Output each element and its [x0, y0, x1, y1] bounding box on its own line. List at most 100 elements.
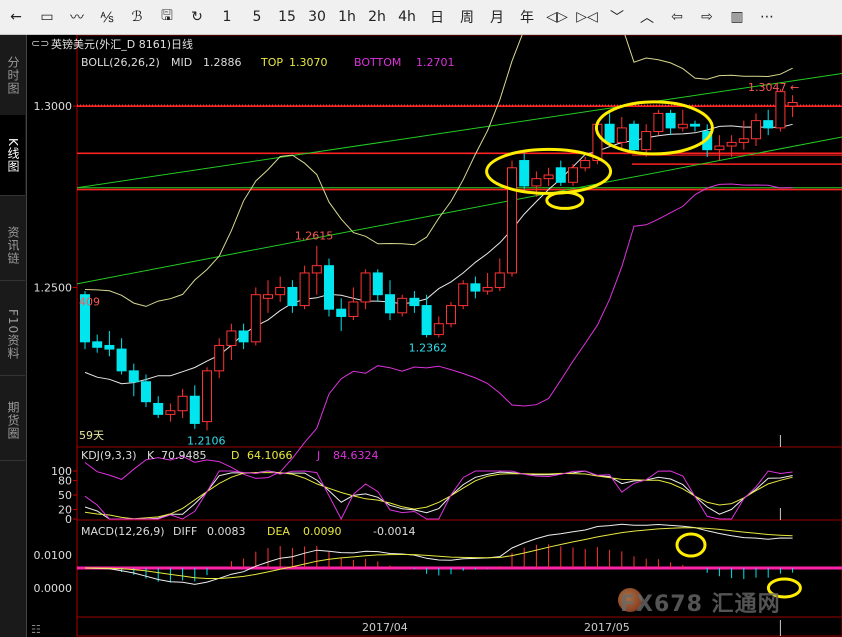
left-icon[interactable]: ⇦ [664, 4, 690, 30]
low-annotation: 1.2362 [409, 341, 448, 354]
sidebar-tab-0[interactable]: 分时图 [0, 35, 25, 116]
back-icon[interactable]: ← [2, 4, 30, 30]
candle-body [738, 138, 749, 143]
candle-body [348, 301, 359, 317]
draw-icon[interactable]: ℬ [124, 4, 150, 30]
candle [287, 280, 298, 313]
candle-body [263, 294, 273, 299]
y-tick-label: 1.3000 [34, 100, 73, 113]
candle-body [494, 272, 505, 288]
down-icon[interactable]: ﹀ [604, 4, 630, 30]
candle [775, 89, 786, 132]
period-month[interactable]: 月 [484, 4, 510, 30]
boll-mid-value: 1.2886 [203, 56, 242, 69]
days-label: 59天 [79, 429, 104, 442]
period-5m[interactable]: 5 [244, 4, 270, 30]
candle [458, 280, 469, 310]
candle [519, 153, 530, 190]
candle-body [299, 272, 310, 307]
balance-icon[interactable]: ⅍ [94, 4, 120, 30]
right-icon[interactable]: ⇨ [694, 4, 720, 30]
candle-body [690, 123, 700, 127]
sidebar-tab-2[interactable]: 资讯链 [0, 210, 25, 281]
candle [202, 367, 212, 431]
boll-top-value: 1.3070 [289, 56, 328, 69]
candle [336, 298, 347, 331]
sidebar-tab-3[interactable]: F10资料 [0, 295, 25, 376]
kdj-tick-label: 80 [58, 475, 72, 488]
sidebar-tab-4[interactable]: 期货圈 [0, 380, 25, 461]
period-1h[interactable]: 1h [334, 4, 360, 30]
kdj-tick-label: 50 [58, 489, 72, 502]
candle [348, 287, 359, 321]
candle [446, 301, 456, 328]
candle-body [677, 123, 688, 129]
candle-body [128, 370, 139, 383]
period-4h[interactable]: 4h [394, 4, 420, 30]
candle [787, 95, 798, 118]
watermark: FX678 汇通网 [620, 592, 781, 617]
candle [104, 330, 115, 357]
candle [507, 160, 517, 277]
candle [214, 338, 225, 379]
trend-icon[interactable]: 〰 [64, 4, 90, 30]
period-day[interactable]: 日 [424, 4, 450, 30]
candle [360, 269, 371, 310]
period-year[interactable]: 年 [514, 4, 540, 30]
x-tick-label: 2017/04 [362, 621, 408, 634]
macd-dea-value: 0.0090 [303, 525, 342, 538]
candle-body [226, 330, 237, 346]
macd-tick-label: 0.0100 [34, 549, 73, 562]
candle-body [287, 286, 298, 307]
period-week[interactable]: 周 [454, 4, 480, 30]
series-icon: ⊂⊃ [31, 37, 49, 50]
shrink-icon[interactable]: ▷◁ [574, 4, 600, 30]
candle-body [116, 348, 127, 372]
candle-body [555, 167, 566, 183]
last-high-label: 1.3047 ← [748, 81, 799, 94]
candle-body [397, 297, 408, 314]
candle-body [214, 344, 225, 372]
candle [409, 291, 420, 313]
macd-tick-label: 0.0000 [34, 582, 73, 595]
candle-body [775, 91, 786, 129]
expand-icon[interactable]: ◁▷ [544, 4, 570, 30]
candle [238, 323, 249, 350]
grid-icon: ☷ [31, 623, 41, 636]
period-15m[interactable]: 15 [274, 4, 300, 30]
candle [421, 294, 432, 338]
highlight-ellipse-macd [675, 532, 707, 558]
more-icon[interactable]: ⋯ [754, 4, 780, 30]
macd-dea-label: DEA [267, 525, 290, 538]
candle [555, 160, 566, 186]
boll-name: BOLL(26,26,2) [81, 56, 160, 69]
chart-area[interactable]: ⊂⊃ 英镑美元(外汇_D 8161)日线 BOLL(26,26,2) MID 1.288… [27, 35, 842, 637]
save-icon[interactable]: 🖫 [154, 4, 180, 30]
macd-name: MACD(12,26,9) [81, 525, 165, 538]
macd-diff-value: 0.0083 [207, 525, 246, 538]
period-30m[interactable]: 30 [304, 4, 330, 30]
candle-body [421, 305, 432, 336]
up-icon[interactable]: ︿ [634, 4, 660, 30]
sidebar: 分时图 K线图资讯链 F10资料期货圈 [0, 35, 27, 637]
sidebar-tab-1[interactable]: K线图 [0, 115, 25, 196]
boll-mid-label: MID [171, 56, 192, 69]
candle-body [580, 160, 591, 169]
display-icon[interactable]: ▭ [34, 4, 60, 30]
period-2h[interactable]: 2h [364, 4, 390, 30]
candle-body [616, 127, 627, 143]
macd-value: -0.0014 [373, 525, 415, 538]
candle [397, 294, 408, 317]
candle-body [275, 286, 286, 296]
candle [616, 117, 627, 150]
candle-body [665, 112, 676, 129]
candle [690, 120, 700, 132]
candle [263, 280, 273, 313]
panel-icon[interactable]: ▥ [724, 4, 750, 30]
candle-body [446, 305, 456, 325]
candle-body [458, 283, 469, 307]
x-tick-label: 2017/05 [584, 621, 630, 634]
candle-body [141, 381, 151, 403]
period-1m[interactable]: 1 [214, 4, 240, 30]
refresh-icon[interactable]: ↻ [184, 4, 210, 30]
